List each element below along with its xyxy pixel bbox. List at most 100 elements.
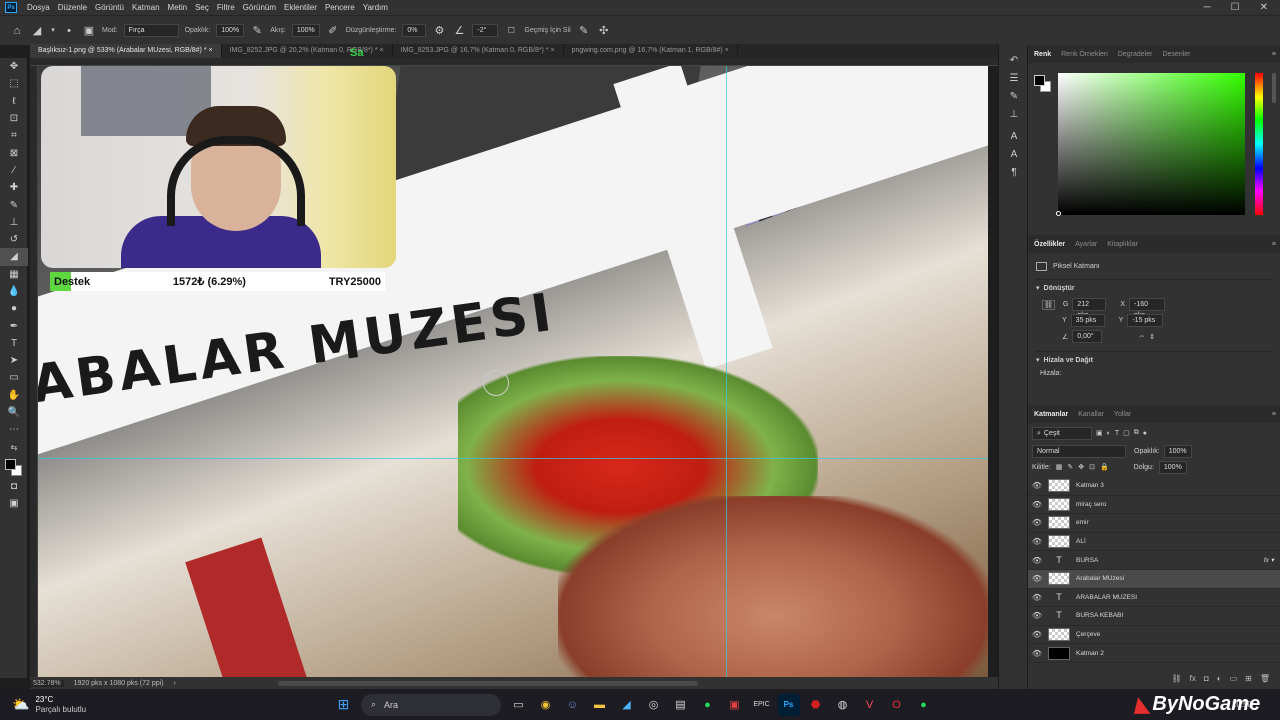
- file-explorer-icon[interactable]: ▬: [589, 694, 611, 716]
- shape-tool-icon[interactable]: ▭: [0, 369, 28, 386]
- frame-tool-icon[interactable]: ⊠: [0, 144, 28, 161]
- guide-vertical[interactable]: [726, 66, 727, 677]
- history-panel-icon[interactable]: ↶: [999, 51, 1029, 69]
- menu-layer[interactable]: Katman: [128, 3, 164, 12]
- hue-slider[interactable]: [1255, 73, 1263, 215]
- eraser-tool-icon[interactable]: ◢: [30, 24, 44, 38]
- crop-tool-icon[interactable]: ⌗: [0, 127, 28, 144]
- tab-swatches[interactable]: Renk Örnekleri: [1061, 51, 1108, 58]
- minimize-icon[interactable]: ─: [1204, 2, 1211, 13]
- tab-patterns[interactable]: Desenler: [1162, 51, 1190, 58]
- airbrush-icon[interactable]: ✐: [326, 24, 340, 38]
- more-tools-icon[interactable]: ⋯: [0, 421, 28, 438]
- layer-row[interactable]: 👁 T BURSA fx ▾: [1028, 551, 1280, 570]
- link-icon[interactable]: ⛓: [1042, 299, 1055, 310]
- filter-pixel-icon[interactable]: ▣: [1096, 429, 1103, 437]
- tab-libraries[interactable]: Kitaplıklar: [1107, 241, 1138, 248]
- visibility-eye-icon[interactable]: 👁: [1028, 574, 1046, 583]
- taskbar-search[interactable]: ⌕ Ara: [361, 693, 501, 716]
- gradient-tool-icon[interactable]: ▦: [0, 266, 28, 283]
- layer-row[interactable]: 👁 T ARABALAR MUZESI: [1028, 589, 1280, 608]
- fg-color-swatch[interactable]: [1034, 75, 1045, 86]
- layer-name[interactable]: Katman 2: [1076, 650, 1104, 657]
- history-checkbox[interactable]: ☐: [504, 24, 518, 38]
- mode-select[interactable]: Fırça: [123, 24, 179, 37]
- menu-window[interactable]: Pencere: [321, 3, 359, 12]
- home-icon[interactable]: ⌂: [10, 24, 24, 38]
- layer-name[interactable]: ALİ: [1076, 538, 1086, 545]
- layer-name[interactable]: Çerçeve: [1076, 631, 1100, 638]
- filter-smart-icon[interactable]: ⧉: [1134, 429, 1139, 437]
- close-tab-icon[interactable]: ×: [380, 47, 384, 54]
- task-view-icon[interactable]: ▭: [508, 694, 530, 716]
- tab-document-3[interactable]: IMG_8253.JPG @ 16,7% (Katman 0, RGB/8*) …: [393, 44, 564, 58]
- chevron-down-icon[interactable]: ▾: [1036, 284, 1040, 292]
- layer-row[interactable]: 👁 miraç sero: [1028, 496, 1280, 515]
- trash-icon[interactable]: 🗑: [1260, 674, 1270, 683]
- layer-name[interactable]: BURSA KEBABI: [1076, 612, 1123, 619]
- maximize-icon[interactable]: ☐: [1231, 2, 1240, 13]
- menu-image[interactable]: Görüntü: [91, 3, 128, 12]
- lasso-tool-icon[interactable]: ℓ: [0, 93, 28, 110]
- move-tool-icon[interactable]: ✥: [0, 58, 28, 75]
- visibility-eye-icon[interactable]: 👁: [1028, 630, 1046, 639]
- tab-properties[interactable]: Özellikler: [1034, 241, 1065, 248]
- layer-name[interactable]: Arabalar MUzesi: [1076, 575, 1124, 582]
- add-mask-icon[interactable]: ◘: [1204, 674, 1209, 683]
- y-input[interactable]: -15 pks: [1127, 314, 1164, 327]
- glyph-panel-icon[interactable]: A: [999, 145, 1029, 163]
- layer-row[interactable]: 👁 emir: [1028, 514, 1280, 533]
- opacity-input[interactable]: 100%: [216, 24, 245, 37]
- panel-menu-icon[interactable]: ≡: [1272, 241, 1276, 248]
- lock-transparency-icon[interactable]: ▦: [1056, 463, 1063, 471]
- layer-opacity-input[interactable]: 100%: [1163, 444, 1192, 458]
- visibility-eye-icon[interactable]: 👁: [1028, 649, 1046, 658]
- visibility-eye-icon[interactable]: 👁: [1028, 500, 1046, 509]
- width-input[interactable]: 212 pks: [1072, 298, 1107, 319]
- layer-name[interactable]: BURSA: [1076, 557, 1098, 564]
- visibility-eye-icon[interactable]: 👁: [1028, 537, 1046, 546]
- menu-view[interactable]: Görünüm: [239, 3, 280, 12]
- history-brush-tool-icon[interactable]: ↺: [0, 231, 28, 248]
- tab-gradients[interactable]: Degradeler: [1118, 51, 1153, 58]
- x-input[interactable]: -160 pks: [1129, 298, 1166, 319]
- filter-shape-icon[interactable]: ▢: [1123, 429, 1130, 437]
- tab-adjustments[interactable]: Ayarlar: [1075, 241, 1097, 248]
- new-group-icon[interactable]: ▭: [1230, 674, 1238, 683]
- chevron-right-icon[interactable]: ›: [174, 680, 176, 687]
- visibility-eye-icon[interactable]: 👁: [1028, 481, 1046, 490]
- brush-panel-icon[interactable]: ✎: [999, 87, 1029, 105]
- layer-filter-select[interactable]: ⌕ Çeşit: [1032, 426, 1092, 440]
- new-adjustment-icon[interactable]: ◐: [1217, 674, 1222, 683]
- fill-input[interactable]: 100%: [1158, 460, 1187, 474]
- epic-games-icon[interactable]: EPIC: [751, 694, 773, 716]
- obs-icon[interactable]: ◍: [832, 694, 854, 716]
- horizontal-scrollbar[interactable]: [278, 680, 698, 686]
- chevron-down-icon[interactable]: ▾: [50, 24, 56, 38]
- visibility-eye-icon[interactable]: 👁: [1028, 556, 1046, 565]
- store-icon[interactable]: ◢: [616, 694, 638, 716]
- tab-paths[interactable]: Yollar: [1114, 411, 1131, 418]
- clone-stamp-tool-icon[interactable]: ⊥: [0, 214, 28, 231]
- lock-all-icon[interactable]: 🔒: [1100, 463, 1109, 471]
- menu-file[interactable]: Dosya: [23, 3, 54, 12]
- tab-layers[interactable]: Katmanlar: [1034, 411, 1068, 418]
- valorant-icon[interactable]: V: [859, 694, 881, 716]
- tab-document-2[interactable]: IMG_8252.JPG @ 20,2% (Katman 0, RGB/8*) …: [222, 44, 393, 58]
- symmetry-icon[interactable]: ✣: [597, 24, 611, 38]
- panel-menu-icon[interactable]: ≡: [1272, 51, 1276, 58]
- eyedropper-tool-icon[interactable]: ⁄: [0, 162, 28, 179]
- close-tab-icon[interactable]: ×: [209, 47, 213, 54]
- menu-plugins[interactable]: Eklentiler: [280, 3, 321, 12]
- filter-toggle-icon[interactable]: ●: [1143, 430, 1147, 437]
- path-select-tool-icon[interactable]: ➤: [0, 352, 28, 369]
- flip-vertical-icon[interactable]: ⇕: [1149, 333, 1155, 341]
- swap-colors-icon[interactable]: ⇆: [0, 439, 28, 456]
- lock-artboard-icon[interactable]: ⊡: [1089, 463, 1095, 471]
- filter-type-icon[interactable]: T: [1115, 430, 1119, 437]
- clone-source-panel-icon[interactable]: ⊥: [999, 105, 1029, 123]
- blur-tool-icon[interactable]: 💧: [0, 283, 28, 300]
- color-swatches[interactable]: [0, 456, 28, 478]
- menu-filter[interactable]: Filtre: [213, 3, 239, 12]
- paragraph-panel-icon[interactable]: ¶: [999, 163, 1029, 181]
